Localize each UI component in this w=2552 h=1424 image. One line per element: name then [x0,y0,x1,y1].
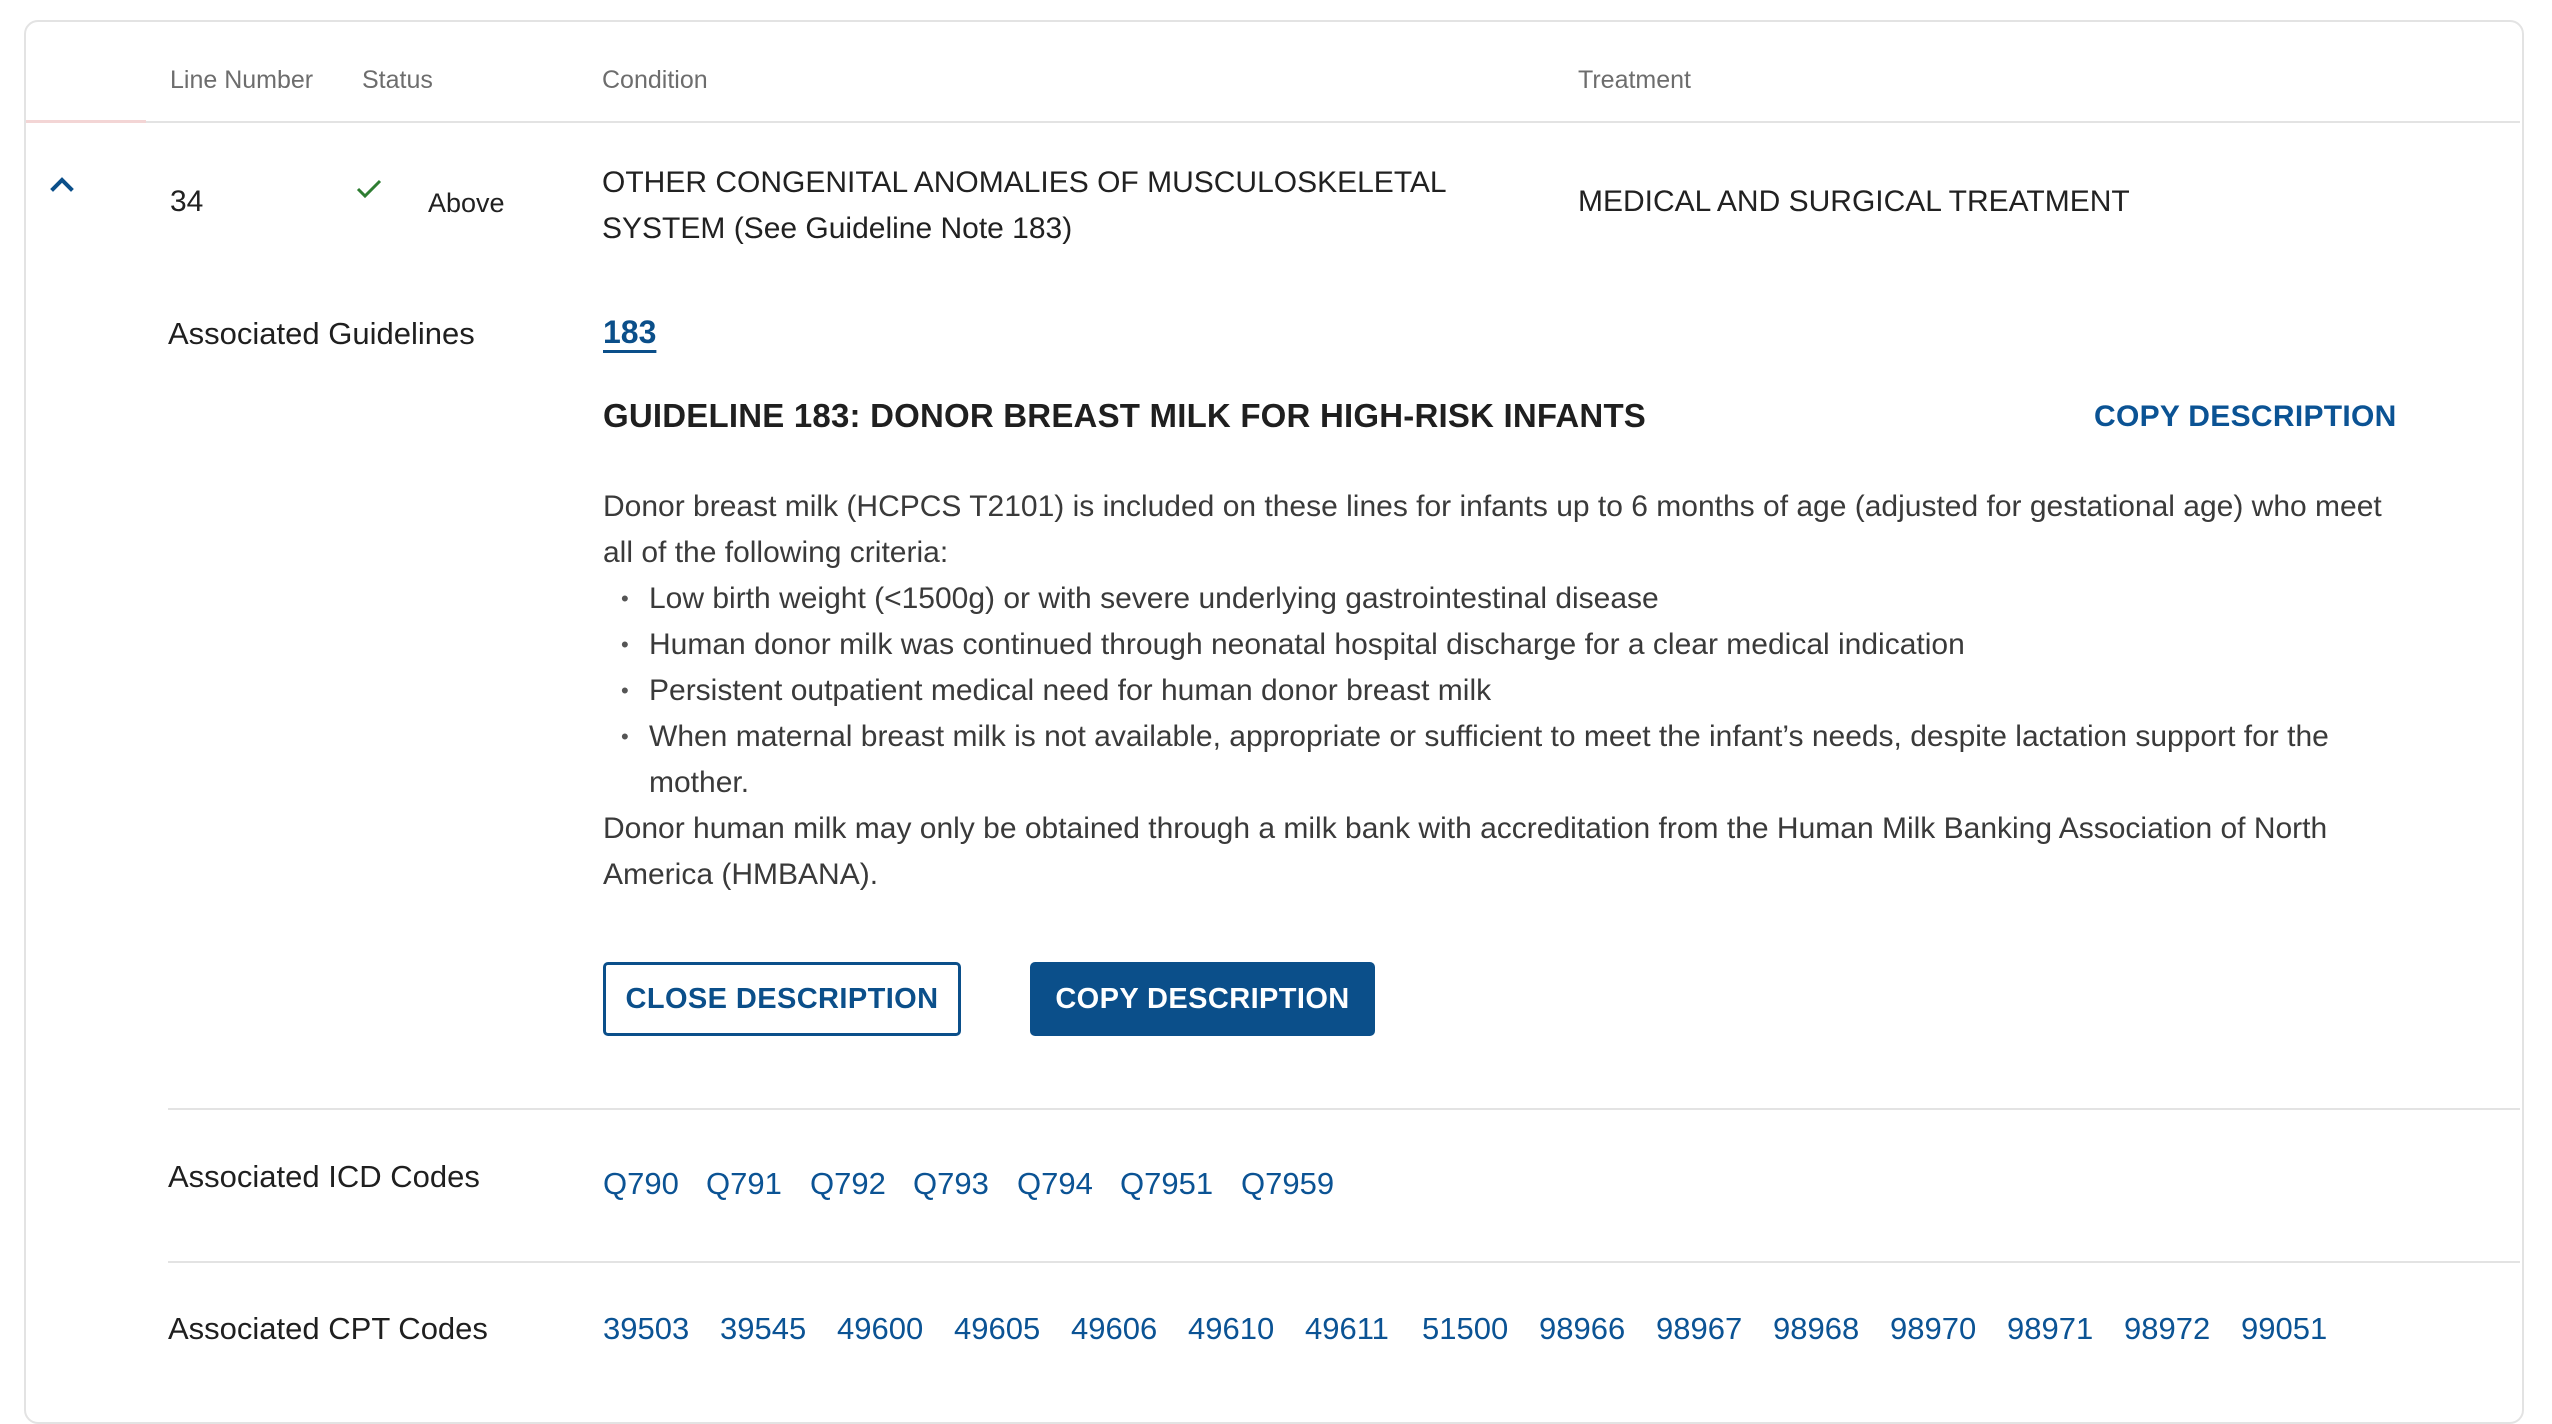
checkmark-icon [354,174,384,204]
icd-code-link[interactable]: Q7959 [1241,1166,1351,1202]
chevron-up-icon [50,177,74,192]
copy-description-button[interactable]: COPY DESCRIPTION [1030,962,1375,1036]
header-status: Status [362,66,433,94]
cpt-code-link[interactable]: 98972 [2124,1311,2241,1347]
section-divider [168,1108,2520,1110]
cpt-code-link[interactable]: 49606 [1071,1311,1188,1347]
cpt-code-link[interactable]: 49610 [1188,1311,1305,1347]
condition-line-1: OTHER CONGENITAL ANOMALIES OF MUSCULOSKE… [602,166,1447,199]
icd-code-link[interactable]: Q791 [706,1166,810,1202]
header-treatment: Treatment [1578,66,1692,94]
criteria-item: When maternal breast milk is not availab… [621,714,2413,806]
associated-guidelines-label: Associated Guidelines [168,316,475,351]
guideline-title: GUIDELINE 183: DONOR BREAST MILK FOR HIG… [603,397,1647,434]
guideline-description: Donor breast milk (HCPCS T2101) is inclu… [603,484,2413,898]
header-divider [26,121,2520,123]
criteria-list: Low birth weight (<1500g) or with severe… [603,576,2413,806]
header-condition: Condition [602,66,708,94]
criteria-item: Human donor milk was continued through n… [621,622,2413,668]
cpt-code-link[interactable]: 98966 [1539,1311,1656,1347]
cpt-code-link[interactable]: 39545 [720,1311,837,1347]
header-accent-line [26,120,146,123]
cpt-code-link[interactable]: 98971 [2007,1311,2124,1347]
guideline-183-link[interactable]: 183 [603,314,656,351]
description-outro: Donor human milk may only be obtained th… [603,812,2328,891]
icd-code-link[interactable]: Q794 [1017,1166,1120,1202]
cpt-code-link[interactable]: 98967 [1656,1311,1773,1347]
treatment-text: MEDICAL AND SURGICAL TREATMENT [1578,185,2130,218]
section-divider [168,1261,2520,1263]
cpt-code-link[interactable]: 39503 [603,1311,720,1347]
icd-code-link[interactable]: Q793 [913,1166,1017,1202]
cpt-code-link[interactable]: 98970 [1890,1311,2007,1347]
condition-text: OTHER CONGENITAL ANOMALIES OF MUSCULOSKE… [602,160,1447,252]
close-description-button[interactable]: CLOSE DESCRIPTION [603,962,961,1036]
header-line-number: Line Number [170,66,314,94]
icd-code-link[interactable]: Q7951 [1120,1166,1241,1202]
collapse-row-button[interactable] [50,172,74,196]
criteria-item: Low birth weight (<1500g) or with severe… [621,576,2413,622]
criteria-item: Persistent outpatient medical need for h… [621,668,2413,714]
cpt-code-link[interactable]: 49600 [837,1311,954,1347]
cpt-code-link[interactable]: 98968 [1773,1311,1890,1347]
cpt-code-link[interactable]: 99051 [2241,1311,2331,1347]
line-number: 34 [170,185,204,218]
cpt-code-link[interactable]: 49611 [1305,1311,1422,1347]
cpt-code-link[interactable]: 51500 [1422,1311,1539,1347]
cpt-code-list: 39503 39545 49600 49605 49606 49610 4961… [603,1311,2331,1347]
associated-cpt-codes-label: Associated CPT Codes [168,1311,488,1346]
cpt-code-link[interactable]: 49605 [954,1311,1071,1347]
copy-description-link[interactable]: COPY DESCRIPTION [2094,400,2397,434]
condition-line-2: SYSTEM (See Guideline Note 183) [602,212,1073,245]
status-text: Above [428,188,505,218]
icd-code-list: Q790 Q791 Q792 Q793 Q794 Q7951 Q7959 [603,1166,1351,1202]
icd-code-link[interactable]: Q790 [603,1166,706,1202]
description-intro: Donor breast milk (HCPCS T2101) is inclu… [603,490,2382,569]
icd-code-link[interactable]: Q792 [810,1166,913,1202]
associated-icd-codes-label: Associated ICD Codes [168,1159,480,1194]
